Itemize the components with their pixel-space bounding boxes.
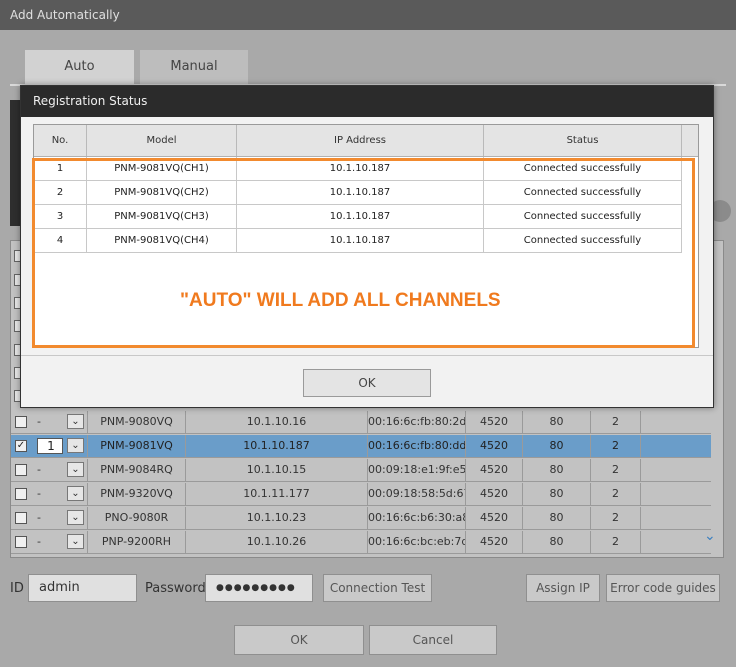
cell-num: 2	[591, 435, 641, 457]
table-row[interactable]: - ⌄ PNM-9080VQ 10.1.10.16 00:16:6c:fb:80:2d 4…	[11, 411, 711, 434]
cell-port2: 80	[523, 435, 591, 457]
chevron-down-icon[interactable]: ⌄	[67, 438, 84, 453]
cell-num: 2	[591, 531, 641, 553]
connection-test-button[interactable]: Connection Test	[323, 574, 432, 602]
divider	[21, 355, 713, 356]
id-label: ID	[10, 581, 24, 596]
row-controls: - ⌄	[11, 459, 88, 481]
row-controls: - ⌄	[11, 507, 88, 529]
chevron-down-icon[interactable]: ⌄	[67, 510, 84, 525]
channel-value: -	[37, 535, 41, 548]
id-input[interactable]: admin	[28, 574, 137, 602]
chevron-down-icon[interactable]: ⌄	[704, 528, 716, 544]
window-title: Add Automatically	[0, 0, 736, 30]
password-input[interactable]: ●●●●●●●●●	[205, 574, 313, 602]
cell-port2: 80	[523, 531, 591, 553]
ok-button[interactable]: OK	[234, 625, 364, 655]
cell-model: PNP-9200RH	[88, 531, 186, 553]
column-header-status: Status	[484, 125, 682, 156]
cell-model: PNM-9081VQ	[88, 435, 186, 457]
tab-auto[interactable]: Auto	[25, 50, 134, 84]
cell-mac: 00:16:6c:bc:eb:7d	[368, 531, 466, 553]
channel-select[interactable]: 1	[37, 438, 63, 454]
channel-value: -	[37, 487, 41, 500]
cell-num: 2	[591, 411, 641, 433]
table-row[interactable]: ✓ 1 ⌄ PNM-9081VQ 10.1.10.187 00:16:6c:fb:80:d…	[11, 435, 711, 458]
cell-ip: 10.1.10.16	[186, 411, 368, 433]
cell-ip: 10.1.10.187	[186, 435, 368, 457]
cell-port2: 80	[523, 483, 591, 505]
cell-port2: 80	[523, 507, 591, 529]
dialog-ok-button[interactable]: OK	[303, 369, 431, 397]
cell-port1: 4520	[466, 459, 523, 481]
checkbox-icon[interactable]: ✓	[15, 440, 27, 452]
cell-ip: 10.1.11.177	[186, 483, 368, 505]
assign-ip-button[interactable]: Assign IP	[526, 574, 600, 602]
row-controls: - ⌄	[11, 483, 88, 505]
cell-port1: 4520	[466, 531, 523, 553]
cell-model: PNM-9080VQ	[88, 411, 186, 433]
checkbox-icon[interactable]	[15, 416, 27, 428]
cell-port2: 80	[523, 459, 591, 481]
cell-port1: 4520	[466, 435, 523, 457]
cell-num: 2	[591, 507, 641, 529]
table-row[interactable]: - ⌄ PNM-9320VQ 10.1.11.177 00:09:18:58:5d:67…	[11, 483, 711, 506]
channel-value: -	[37, 415, 41, 428]
checkbox-icon[interactable]	[15, 488, 27, 500]
table-row[interactable]: - ⌄ PNM-9084RQ 10.1.10.15 00:09:18:e1:9f:e5 4…	[11, 459, 711, 482]
cell-model: PNO-9080R	[88, 507, 186, 529]
cell-mac: 00:09:18:58:5d:67	[368, 483, 466, 505]
tab-manual[interactable]: Manual	[140, 50, 248, 84]
chevron-down-icon[interactable]: ⌄	[67, 486, 84, 501]
channel-value: -	[37, 463, 41, 476]
annotation-label: "AUTO" WILL ADD ALL CHANNELS	[180, 290, 501, 311]
cancel-button[interactable]: Cancel	[369, 625, 497, 655]
cell-port1: 4520	[466, 507, 523, 529]
cell-model: PNM-9320VQ	[88, 483, 186, 505]
row-controls: ✓ 1 ⌄	[11, 435, 88, 457]
password-label: Password	[145, 581, 206, 596]
cell-model: PNM-9084RQ	[88, 459, 186, 481]
table-row[interactable]: - ⌄ PNP-9200RH 10.1.10.26 00:16:6c:bc:eb:7d 4…	[11, 531, 711, 554]
cell-mac: 00:16:6c:fb:80:2d	[368, 411, 466, 433]
column-header-no: No.	[34, 125, 87, 156]
row-controls: - ⌄	[11, 531, 88, 553]
cell-mac: 00:16:6c:b6:30:a8	[368, 507, 466, 529]
cell-mac: 00:16:6c:fb:80:dd	[368, 435, 466, 457]
cell-ip: 10.1.10.23	[186, 507, 368, 529]
checkbox-icon[interactable]	[15, 512, 27, 524]
cell-mac: 00:09:18:e1:9f:e5	[368, 459, 466, 481]
channel-value: -	[37, 511, 41, 524]
checkbox-icon[interactable]	[15, 464, 27, 476]
cell-ip: 10.1.10.15	[186, 459, 368, 481]
cell-port1: 4520	[466, 483, 523, 505]
column-header-model: Model	[87, 125, 237, 156]
chevron-down-icon[interactable]: ⌄	[67, 462, 84, 477]
cell-ip: 10.1.10.26	[186, 531, 368, 553]
highlight-box	[32, 158, 695, 348]
cell-num: 2	[591, 459, 641, 481]
row-controls: - ⌄	[11, 411, 88, 433]
checkbox-icon[interactable]	[15, 536, 27, 548]
cell-port1: 4520	[466, 411, 523, 433]
error-code-guides-button[interactable]: Error code guides	[606, 574, 720, 602]
cell-port2: 80	[523, 411, 591, 433]
table-row[interactable]: - ⌄ PNO-9080R 10.1.10.23 00:16:6c:b6:30:a8 45…	[11, 507, 711, 530]
column-header-ip: IP Address	[237, 125, 484, 156]
chevron-down-icon[interactable]: ⌄	[67, 414, 84, 429]
dialog-title: Registration Status	[21, 86, 713, 117]
cell-num: 2	[591, 483, 641, 505]
table-header: No. Model IP Address Status	[34, 125, 698, 157]
chevron-down-icon[interactable]: ⌄	[67, 534, 84, 549]
